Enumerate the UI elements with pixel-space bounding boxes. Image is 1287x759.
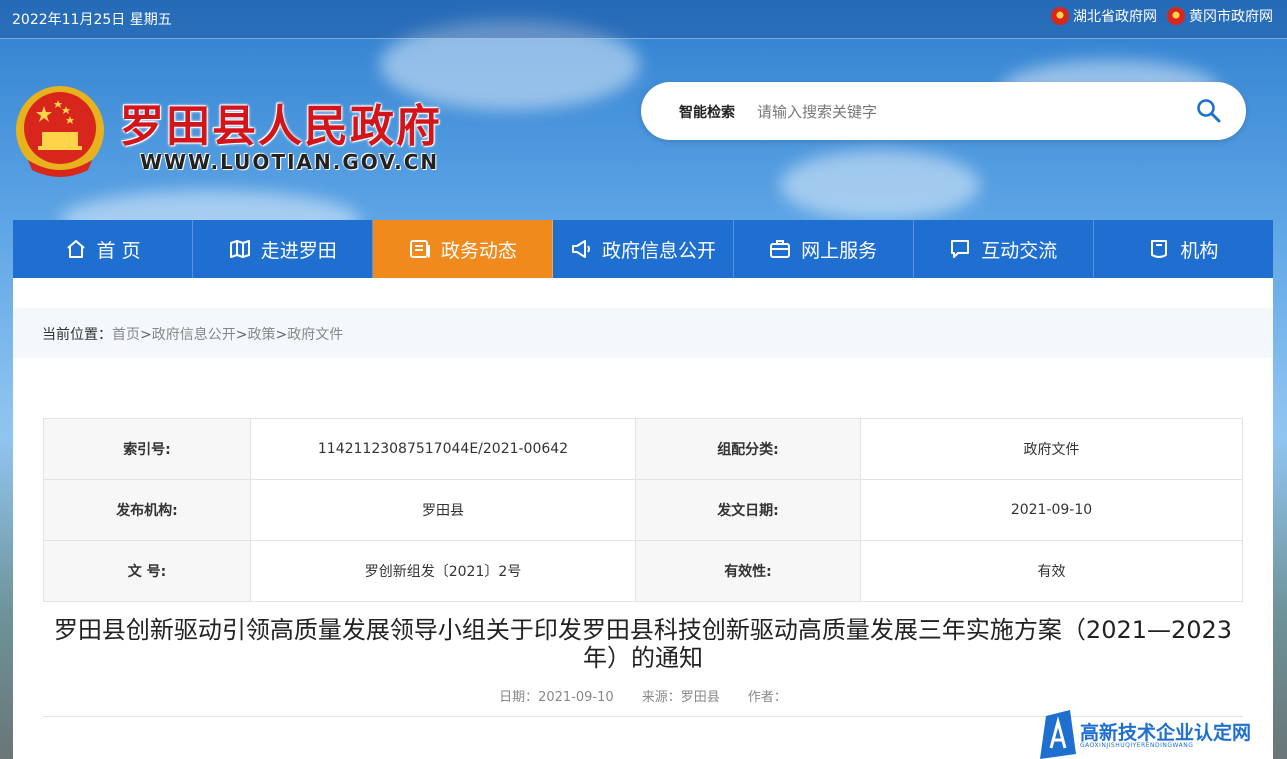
article-date: 日期：2021-09-10 xyxy=(499,690,614,705)
nav-item-online-service[interactable]: 网上服务 xyxy=(734,220,914,278)
search-box: 智能检索 xyxy=(641,82,1246,140)
national-emblem-icon xyxy=(16,86,104,177)
main-nav: 首 页 走进罗田 政务动态 政府信息公开 网上服务 互动交流 机构 xyxy=(13,220,1273,278)
building-icon xyxy=(1151,240,1168,258)
national-emblem-icon xyxy=(1167,7,1185,25)
article-source: 来源：罗田县 xyxy=(641,690,720,705)
breadcrumb-policy[interactable]: 政策 xyxy=(247,327,275,343)
meta-key: 组配分类: xyxy=(635,418,861,480)
site-logo[interactable]: 罗田县人民政府 WWW.LUOTIAN.GOV.CN xyxy=(14,84,454,184)
meta-value: 政府文件 xyxy=(860,418,1243,480)
top-links: 湖北省政府网 黄冈市政府网 xyxy=(1051,6,1273,26)
content-panel: 当前位置：首页>政府信息公开>政策>政府文件 索引号: 114211230875… xyxy=(13,278,1273,759)
meta-key: 索引号: xyxy=(43,418,251,480)
nav-item-about-luotian[interactable]: 走进罗田 xyxy=(193,220,374,278)
national-emblem-icon xyxy=(1051,7,1069,25)
meta-value: 11421123087517044E/2021-00642 xyxy=(250,418,636,480)
meta-value: 2021-09-10 xyxy=(860,479,1243,541)
nav-item-interaction[interactable]: 互动交流 xyxy=(914,220,1094,278)
briefcase-icon xyxy=(770,240,791,258)
nav-item-government-news[interactable]: 政务动态 xyxy=(373,220,554,278)
top-bar: 2022年11月25日 星期五 湖北省政府网 黄冈市政府网 xyxy=(0,0,1287,39)
breadcrumb-info-disclosure[interactable]: 政府信息公开 xyxy=(152,327,236,343)
meta-key: 发布机构: xyxy=(43,479,251,541)
meta-key: 发文日期: xyxy=(635,479,861,541)
nav-item-home[interactable]: 首 页 xyxy=(13,220,194,278)
meta-value: 罗田县 xyxy=(250,479,636,541)
breadcrumb-home[interactable]: 首页 xyxy=(112,327,140,343)
site-url: WWW.LUOTIAN.GOV.CN xyxy=(140,150,440,174)
watermark-logo: 高新技术企业认定网 GAOXINJISHUQIYERENDINGWANG xyxy=(1040,710,1287,759)
meta-value: 有效 xyxy=(860,540,1243,602)
search-label: 智能检索 xyxy=(679,105,735,121)
meta-key: 有效性: xyxy=(635,540,861,602)
document-meta-table: 索引号: 11421123087517044E/2021-00642 组配分类:… xyxy=(43,418,1243,602)
breadcrumb: 当前位置：首页>政府信息公开>政策>政府文件 xyxy=(42,327,344,343)
map-icon xyxy=(229,240,250,258)
nav-item-info-disclosure[interactable]: 政府信息公开 xyxy=(553,220,734,278)
link-huanggang-gov[interactable]: 黄冈市政府网 xyxy=(1167,6,1273,26)
watermark-a-icon xyxy=(1040,710,1076,759)
background-cloud xyxy=(780,150,980,220)
chat-icon xyxy=(951,240,970,258)
table-row: 文 号: 罗创新组发〔2021〕2号 有效性: 有效 xyxy=(43,540,1243,602)
table-row: 发布机构: 罗田县 发文日期: 2021-09-10 xyxy=(43,479,1243,541)
meta-key: 文 号: xyxy=(43,540,251,602)
site-name: 罗田县人民政府 xyxy=(120,101,442,152)
article-title: 罗田县创新驱动引领高质量发展领导小组关于印发罗田县科技创新驱动高质量发展三年实施… xyxy=(53,616,1233,672)
watermark-subtext: GAOXINJISHUQIYERENDINGWANG xyxy=(1080,742,1194,749)
meta-value: 罗创新组发〔2021〕2号 xyxy=(250,540,636,602)
search-input[interactable] xyxy=(755,96,1179,128)
article-author: 作者： xyxy=(747,690,787,705)
breadcrumb-gov-documents[interactable]: 政府文件 xyxy=(287,327,343,343)
search-icon[interactable] xyxy=(1196,98,1222,124)
megaphone-icon xyxy=(571,240,590,258)
breadcrumb-bar: 当前位置：首页>政府信息公开>政策>政府文件 xyxy=(13,308,1273,358)
nav-item-organization[interactable]: 机构 xyxy=(1094,220,1273,278)
article-meta: 日期：2021-09-10 来源：罗田县 作者： xyxy=(43,686,1243,705)
news-icon xyxy=(409,240,430,258)
table-row: 索引号: 11421123087517044E/2021-00642 组配分类:… xyxy=(43,418,1243,480)
watermark-text: 高新技术企业认定网 xyxy=(1080,722,1252,744)
current-date: 2022年11月25日 星期五 xyxy=(12,12,172,28)
home-icon xyxy=(66,240,85,258)
link-hubei-gov[interactable]: 湖北省政府网 xyxy=(1051,6,1157,26)
